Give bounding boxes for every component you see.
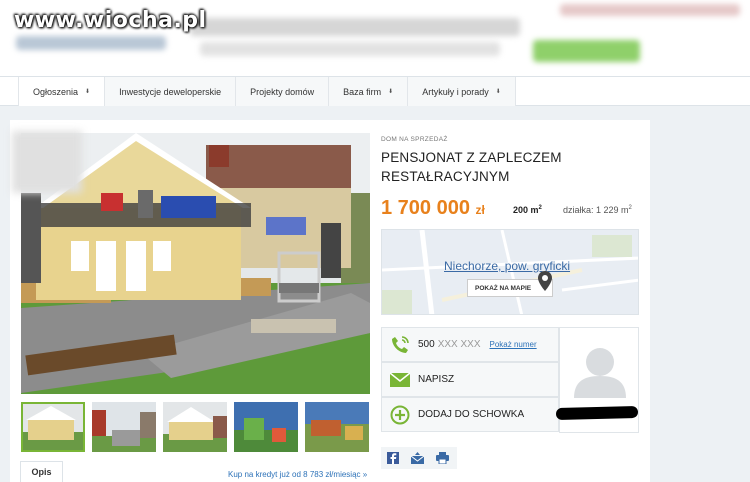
listing-title-line: RESTAŁRACYJNYM <box>381 169 510 184</box>
show-number-link[interactable]: Pokaż numer <box>490 340 537 349</box>
nav-item-label: Projekty domów <box>250 86 315 97</box>
thumbnail-2[interactable] <box>92 402 156 452</box>
blurred-header-content <box>200 42 500 56</box>
nav-item-label: Artykuły i porady <box>422 86 489 97</box>
nav-item-label: Ogłoszenia <box>33 86 79 97</box>
listing-title-line: PENSJONAT Z ZAPLECZEM <box>381 150 562 165</box>
thumbnail-1[interactable] <box>21 402 85 452</box>
nav-item-projekty[interactable]: Projekty domów <box>236 77 330 106</box>
phone-icon <box>382 335 418 355</box>
main-nav: Ogłoszenia ⬇ Inwestycje deweloperskie Pro… <box>0 76 750 106</box>
nav-item-label: Baza firm <box>343 86 382 97</box>
thumbnail-5[interactable] <box>305 402 369 452</box>
plot-unit-sup: 2 <box>628 205 632 211</box>
blurred-header-content <box>190 18 520 36</box>
save-label: DODAJ DO SCHOWKA <box>418 409 525 420</box>
price-currency: zł <box>475 203 485 217</box>
phone-prefix: 500 <box>418 339 435 350</box>
listing-area: 200 m2 <box>513 205 542 215</box>
plus-circle-icon <box>382 405 418 425</box>
thumbnail-strip <box>21 402 370 452</box>
user-avatar-icon <box>574 348 626 398</box>
map-pin-icon <box>538 271 552 296</box>
write-label: NAPISZ <box>418 374 455 385</box>
nav-item-ogloszenia[interactable]: Ogłoszenia ⬇ <box>19 77 106 106</box>
listing-plot: działka: 1 229 m2 <box>563 205 632 215</box>
caret-down-icon: ⬇ <box>85 89 91 95</box>
tab-opis[interactable]: Opis <box>20 461 63 482</box>
blurred-logo <box>16 36 166 50</box>
credit-link[interactable]: Kup na kredyt już od 8 783 zł/miesiąc » <box>228 470 367 479</box>
caret-down-icon: ⬇ <box>495 89 501 95</box>
plot-value: działka: 1 229 m <box>563 205 629 215</box>
price-value: 1 700 000 <box>381 197 470 219</box>
thumbnail-4[interactable] <box>234 402 298 452</box>
listing-title: PENSJONAT Z ZAPLECZEM RESTAŁRACYJNYM <box>381 148 621 186</box>
mail-icon <box>382 371 418 388</box>
share-icon[interactable] <box>411 452 424 464</box>
facebook-icon[interactable] <box>387 452 399 464</box>
thumbnail-3[interactable] <box>163 402 227 452</box>
phone-masked: XXX XXX <box>437 339 481 350</box>
share-bar <box>381 447 457 469</box>
nav-item-label: Inwestycje deweloperskie <box>119 86 222 97</box>
listing-price: 1 700 000 zł <box>381 197 485 220</box>
print-icon[interactable] <box>436 452 449 464</box>
blurred-header-content <box>560 4 740 16</box>
nav-item-baza-firm[interactable]: Baza firm ⬇ <box>329 77 409 106</box>
area-unit-sup: 2 <box>538 205 542 211</box>
thumbnail-image <box>163 402 227 452</box>
nav-item-inwestycje[interactable]: Inwestycje deweloperskie <box>105 77 237 106</box>
thumbnail-image <box>234 402 298 452</box>
blurred-photo-area <box>12 131 82 193</box>
thumbnail-image <box>21 402 85 452</box>
phone-row: 500 XXX XXX Pokaż numer <box>381 327 559 362</box>
listing-category: DOM NA SPRZEDAŻ <box>381 136 448 143</box>
area-value: 200 m <box>513 205 539 215</box>
thumbnail-image <box>305 402 369 452</box>
nav-item-artykuly[interactable]: Artykuły i porady ⬇ <box>408 77 516 106</box>
redacted-seller-name <box>555 405 639 421</box>
add-to-clipboard-button[interactable]: DODAJ DO SCHOWKA <box>381 397 559 432</box>
watermark: www.wiocha.pl <box>14 8 207 33</box>
blurred-header-button <box>533 40 640 62</box>
write-button[interactable]: NAPISZ <box>381 362 559 397</box>
caret-down-icon: ⬇ <box>388 89 394 95</box>
thumbnail-image <box>92 402 156 452</box>
